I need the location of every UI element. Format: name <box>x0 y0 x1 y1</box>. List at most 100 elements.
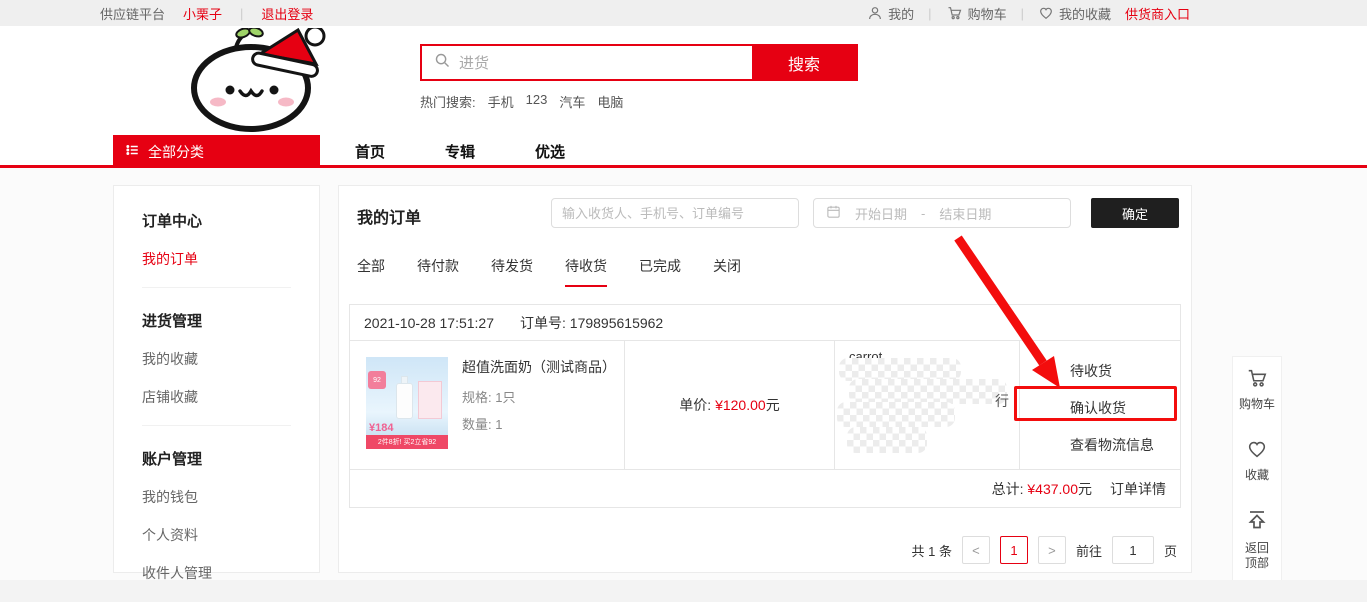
filter-confirm-button[interactable]: 确定 <box>1091 198 1179 228</box>
product-info: 超值洗面奶（测试商品） 规格: 1只 数量: 1 <box>462 357 616 469</box>
search-button[interactable]: 搜索 <box>752 46 856 79</box>
pagination-goto-label: 前往 <box>1076 541 1102 560</box>
address-fragment: 行 <box>995 391 1009 411</box>
thumb-banner: 2件8折! 买2立省92 <box>366 435 448 449</box>
order-footer: 总计: ¥437.00元 订单详情 <box>350 469 1180 507</box>
cart-icon <box>946 5 963 21</box>
bottle-shape <box>396 383 413 419</box>
thumb-price: ¥184 <box>369 422 393 434</box>
unit-price-cell: 单价: ¥120.00元 <box>624 341 834 469</box>
tab-all[interactable]: 全部 <box>357 256 385 287</box>
tab-pending-payment[interactable]: 待付款 <box>417 256 459 287</box>
sidebar-item-my-favorites[interactable]: 我的收藏 <box>142 349 319 369</box>
float-favorite-button[interactable]: 收藏 <box>1245 438 1269 483</box>
thumb-badge: 92 <box>368 371 386 389</box>
sidebar-item-my-wallet[interactable]: 我的钱包 <box>142 487 319 507</box>
sidebar-section-title: 账户管理 <box>142 448 319 469</box>
hot-search-label: 热门搜索: <box>420 92 476 111</box>
back-to-top-button[interactable]: 返回 顶部 <box>1245 509 1269 571</box>
order-detail-link[interactable]: 订单详情 <box>1110 479 1166 499</box>
cart-link[interactable]: 购物车 <box>946 4 1007 23</box>
nav-item-featured[interactable]: 优选 <box>535 141 565 162</box>
hot-keyword[interactable]: 123 <box>526 92 548 111</box>
my-account-link[interactable]: 我的 <box>867 4 914 23</box>
main-nav: 全部分类 首页 专辑 优选 <box>0 135 1367 168</box>
sidebar-divider <box>142 425 291 426</box>
product-qty: 数量: 1 <box>462 414 616 433</box>
topbar-left: 供应链平台 小栗子 | 退出登录 <box>100 0 313 26</box>
hot-keyword[interactable]: 电脑 <box>597 92 623 111</box>
tab-pending-receipt[interactable]: 待收货 <box>565 256 607 287</box>
topbar-divider: | <box>1021 6 1024 21</box>
nav-item-home[interactable]: 首页 <box>355 141 385 162</box>
orders-panel: 我的订单 开始日期 - 结束日期 确定 全部 待付款 待发货 待收货 已完成 关… <box>338 185 1192 573</box>
all-categories-button[interactable]: 全部分类 <box>113 135 320 168</box>
float-cart-button[interactable]: 购物车 <box>1239 367 1275 412</box>
hot-search: 热门搜索: 手机 123 汽车 电脑 <box>420 92 858 111</box>
tab-completed[interactable]: 已完成 <box>639 256 681 287</box>
thumb-card-shape <box>418 381 442 419</box>
search-placeholder: 进货 <box>459 52 489 73</box>
product-name[interactable]: 超值洗面奶（测试商品） <box>462 357 616 377</box>
header: 进货 搜索 热门搜索: 手机 123 汽车 电脑 <box>0 26 1367 135</box>
order-total-value: ¥437.00 <box>1027 481 1078 497</box>
order-body: 92 ¥184 2件8折! 买2立省92 超值洗面奶（测试商品） 规格: 1只 … <box>350 341 1180 469</box>
privacy-mosaic <box>849 379 1007 404</box>
list-menu-icon <box>125 143 140 160</box>
nav-links: 首页 专辑 优选 <box>355 135 565 168</box>
topbar: 供应链平台 小栗子 | 退出登录 我的 | 购物车 | <box>0 0 1367 26</box>
pagination-prev-button[interactable]: < <box>962 536 990 564</box>
pagination-goto-input[interactable] <box>1112 536 1154 564</box>
search-area: 进货 搜索 热门搜索: 手机 123 汽车 电脑 <box>420 44 858 111</box>
hot-keyword[interactable]: 汽车 <box>559 92 585 111</box>
pagination-current-page[interactable]: 1 <box>1000 536 1028 564</box>
order-number: 订单号: 179895615962 <box>520 313 663 333</box>
platform-name: 供应链平台 <box>100 4 165 23</box>
search-icon <box>434 52 451 74</box>
nav-item-albums[interactable]: 专辑 <box>445 141 475 162</box>
sidebar-section-title: 订单中心 <box>142 210 319 231</box>
logo-mascot[interactable] <box>148 28 358 132</box>
calendar-icon <box>826 204 841 222</box>
sidebar-item-my-orders[interactable]: 我的订单 <box>142 249 319 269</box>
pagination-next-button[interactable]: > <box>1038 536 1066 564</box>
favorites-link[interactable]: 我的收藏 <box>1038 4 1111 23</box>
order-search-input[interactable] <box>551 198 799 228</box>
search-input[interactable]: 进货 <box>422 46 752 79</box>
heart-icon <box>1245 438 1269 464</box>
actions-cell: 待收货 确认收货 查看物流信息 <box>1019 341 1180 469</box>
supplier-entry-link[interactable]: 供货商入口 <box>1125 4 1190 23</box>
float-toolbar: 购物车 收藏 返回 顶部 <box>1232 356 1282 584</box>
sidebar-item-shop-favorites[interactable]: 店铺收藏 <box>142 387 319 407</box>
back-to-top-icon <box>1245 509 1269 537</box>
pagination-page-suffix: 页 <box>1164 541 1177 560</box>
date-range-input[interactable]: 开始日期 - 结束日期 <box>813 198 1071 228</box>
cart-icon <box>1245 367 1269 393</box>
bottom-strip <box>0 580 1367 602</box>
unit-price-value: ¥120.00 <box>715 397 766 413</box>
order-header: 2021-10-28 17:51:27 订单号: 179895615962 <box>350 305 1180 341</box>
product-image[interactable]: 92 ¥184 2件8折! 买2立省92 <box>366 357 448 449</box>
privacy-mosaic <box>839 358 961 381</box>
sidebar-divider <box>142 287 291 288</box>
logout-link[interactable]: 退出登录 <box>261 4 313 23</box>
tab-pending-shipment[interactable]: 待发货 <box>491 256 533 287</box>
privacy-mosaic <box>847 427 927 453</box>
product-spec: 规格: 1只 <box>462 387 616 406</box>
start-date-placeholder: 开始日期 <box>855 204 907 223</box>
sidebar-item-profile[interactable]: 个人资料 <box>142 525 319 545</box>
user-icon <box>867 5 883 21</box>
view-logistics-link[interactable]: 查看物流信息 <box>1070 435 1180 455</box>
hot-keyword[interactable]: 手机 <box>488 92 514 111</box>
username-link[interactable]: 小栗子 <box>183 4 222 23</box>
confirm-receipt-button[interactable]: 确认收货 <box>1070 398 1180 418</box>
tab-closed[interactable]: 关闭 <box>713 256 741 287</box>
pagination: 共 1 条 < 1 > 前往 页 <box>912 536 1178 564</box>
order-total: 总计: ¥437.00元 <box>992 479 1092 499</box>
sidebar-section-title: 进货管理 <box>142 310 319 331</box>
search-box: 进货 搜索 <box>420 44 858 81</box>
privacy-mosaic <box>837 402 955 427</box>
heart-icon <box>1038 5 1054 21</box>
order-status-tabs: 全部 待付款 待发货 待收货 已完成 关闭 <box>357 256 741 287</box>
topbar-divider: | <box>240 6 243 21</box>
